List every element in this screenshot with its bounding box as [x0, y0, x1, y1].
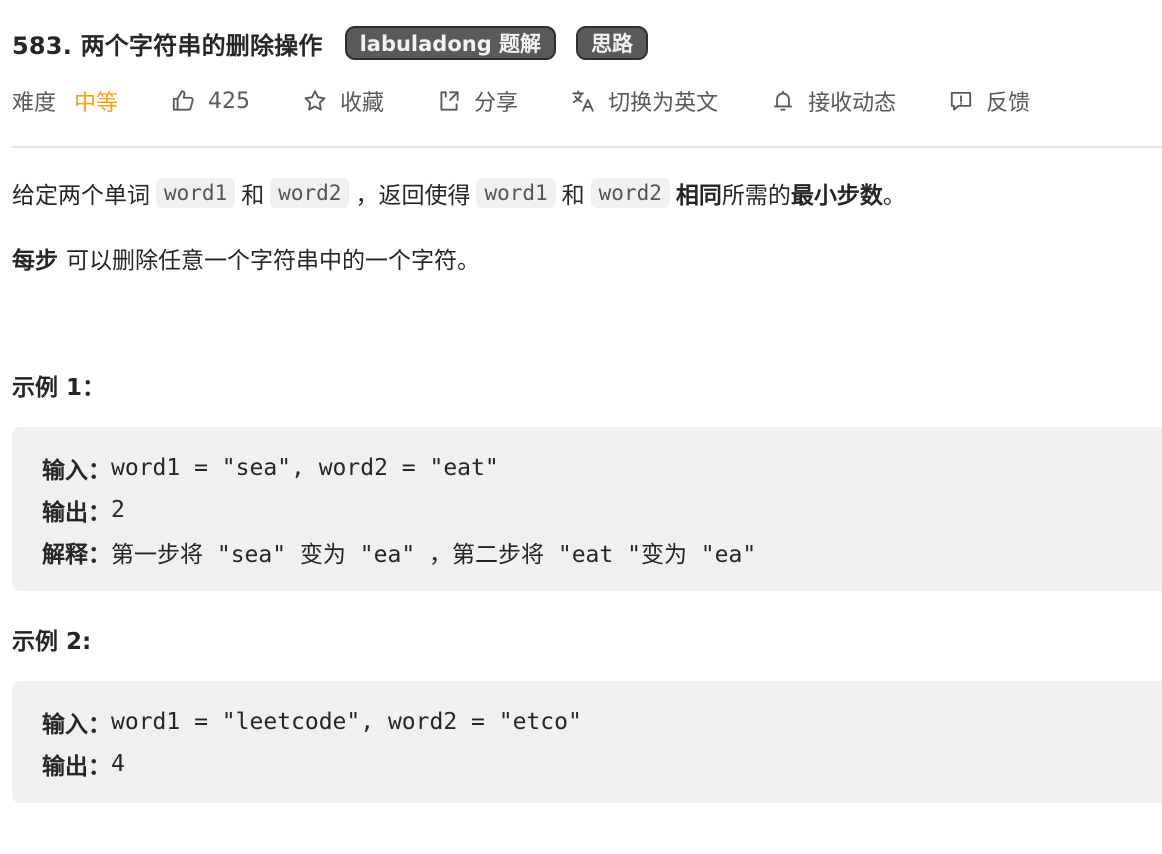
difficulty-value: 中等 — [74, 91, 119, 116]
problem-page: 583. 两个字符串的删除操作 labuladong 题解 思路 难度 中等 4… — [0, 0, 1162, 854]
inline-code: word1 — [156, 178, 236, 208]
description-paragraph-1: 给定两个单词 word1 和 word2 ，返回使得 word1 和 word2… — [12, 172, 906, 214]
example-explanation-line: 解释： 第一步将 "sea" 变为 "ea" ，第二步将 "eat "变为 "e… — [42, 531, 1162, 573]
translate-icon — [570, 88, 596, 114]
output-label: 输出： — [42, 500, 111, 526]
favorite-button[interactable]: 收藏 — [302, 85, 384, 117]
example-1-heading: 示例 1： — [12, 375, 106, 401]
input-label: 输入： — [42, 712, 111, 738]
inline-code: word2 — [590, 178, 670, 208]
example-2-box: 输入： word1 = "leetcode", word2 = "etco" 输… — [12, 681, 1162, 803]
divider — [12, 146, 1162, 148]
desc-bold-text: 最小步数 — [790, 183, 883, 209]
switch-language-button[interactable]: 切换为英文 — [570, 85, 718, 117]
desc-bold-text: 相同 — [675, 183, 722, 209]
title-row: 583. 两个字符串的删除操作 labuladong 题解 思路 — [12, 22, 649, 64]
example-input-line: 输入： word1 = "leetcode", word2 = "etco" — [42, 701, 1162, 743]
share-label: 分享 — [474, 91, 519, 116]
output-value: 4 — [111, 751, 125, 777]
description-paragraph-2: 每步 可以删除任意一个字符串中的一个字符。 — [12, 238, 480, 278]
example-1-box: 输入： word1 = "sea", word2 = "eat" 输出： 2 解… — [12, 427, 1162, 591]
desc-text: 和 — [561, 183, 585, 209]
like-count: 425 — [208, 88, 251, 114]
example-2-heading: 示例 2: — [12, 629, 92, 655]
meta-row: 难度 中等 425 收藏 分享 切换为英文 接收动态 反馈 — [12, 82, 1030, 120]
output-value: 2 — [111, 497, 125, 523]
example-input-line: 输入： word1 = "sea", word2 = "eat" — [42, 447, 1162, 489]
explanation-value: 第一步将 "sea" 变为 "ea" ，第二步将 "eat "变为 "ea" — [111, 542, 757, 568]
star-icon — [302, 88, 328, 114]
subscribe-label: 接收动态 — [808, 91, 897, 116]
desc-text: 。 — [882, 183, 906, 209]
feedback-button[interactable]: 反馈 — [948, 85, 1030, 117]
input-label: 输入： — [42, 458, 111, 484]
desc-text: 和 — [241, 183, 265, 209]
desc-bold-text: 每步 — [12, 248, 58, 274]
feedback-label: 反馈 — [986, 91, 1031, 116]
inline-code: word2 — [270, 178, 350, 208]
output-label: 输出： — [42, 754, 111, 780]
share-button[interactable]: 分享 — [436, 85, 518, 117]
tag-labuladong-solution[interactable]: labuladong 题解 — [344, 26, 557, 60]
desc-text: 所需的 — [721, 183, 791, 209]
favorite-label: 收藏 — [340, 91, 385, 116]
example-output-line: 输出： 2 — [42, 489, 1162, 531]
input-value: word1 = "sea", word2 = "eat" — [111, 455, 499, 481]
desc-text: 给定两个单词 — [12, 183, 150, 209]
share-icon — [436, 88, 462, 114]
difficulty-label: 难度 — [12, 91, 57, 116]
desc-text: 可以删除任意一个字符串中的一个字符。 — [66, 248, 480, 274]
problem-title: 583. 两个字符串的删除操作 — [12, 31, 323, 60]
subscribe-button[interactable]: 接收动态 — [770, 85, 896, 117]
feedback-icon — [948, 88, 974, 114]
explanation-label: 解释： — [42, 542, 111, 568]
example-output-line: 输出： 4 — [42, 743, 1162, 785]
like-button[interactable]: 425 — [170, 88, 250, 114]
input-value: word1 = "leetcode", word2 = "etco" — [111, 709, 582, 735]
desc-text: ，返回使得 — [355, 183, 471, 209]
thumbs-up-icon — [170, 88, 196, 114]
tag-idea[interactable]: 思路 — [576, 26, 649, 60]
switch-language-label: 切换为英文 — [608, 91, 719, 116]
bell-icon — [770, 88, 796, 114]
inline-code: word1 — [476, 178, 556, 208]
